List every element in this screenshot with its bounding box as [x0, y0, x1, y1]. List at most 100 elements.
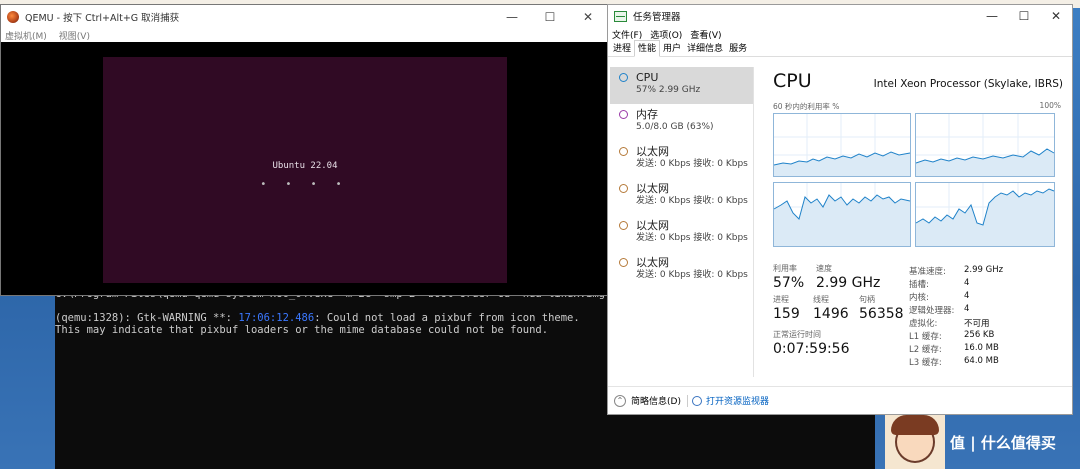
- stat-value: 57%: [773, 275, 805, 291]
- sidebar-item-label: 内存: [636, 108, 658, 121]
- warning-timestamp: 17:06:12.486: [238, 312, 315, 324]
- tab-performance[interactable]: 性能: [634, 40, 661, 57]
- window-controls: — ☐ ✕: [493, 5, 607, 28]
- cpu-model-name: Intel Xeon Processor (Skylake, IBRS): [873, 78, 1063, 90]
- detail-value: 16.0 MB: [964, 343, 999, 353]
- sidebar-item-label: 以太网: [636, 145, 669, 158]
- detail-key: 逻辑处理器:: [909, 306, 955, 316]
- detail-key: L1 缓存:: [909, 332, 942, 342]
- tab-users[interactable]: 用户: [660, 41, 684, 56]
- core-graph-2: [915, 113, 1055, 177]
- window-controls: — ☐ ✕: [976, 5, 1072, 27]
- minimize-icon[interactable]: —: [493, 5, 531, 28]
- core-graph-4: [915, 182, 1055, 247]
- menu-view[interactable]: 视图(V): [59, 29, 90, 42]
- detail-value: 不可用: [964, 319, 990, 329]
- sidebar-item-detail: 发送: 0 Kbps 接收: 0 Kbps: [636, 196, 748, 206]
- menu-machine[interactable]: 虚拟机(M): [5, 29, 47, 42]
- stat-label: 线程: [813, 295, 829, 304]
- chevron-up-icon[interactable]: ⌃: [614, 394, 626, 407]
- detail-value: 4: [964, 304, 970, 314]
- detail-row: 插槽: 4: [909, 278, 1069, 291]
- warning-prefix: (qemu:1328): Gtk-WARNING **:: [55, 312, 239, 324]
- maximize-icon[interactable]: ☐: [531, 5, 569, 28]
- sidebar-item-cpu[interactable]: CPU 57% 2.99 GHz: [610, 67, 753, 104]
- sidebar-item-ethernet[interactable]: 以太网 发送: 0 Kbps 接收: 0 Kbps: [610, 141, 753, 178]
- menu-file[interactable]: 文件(F): [612, 28, 642, 41]
- sidebar-item-ethernet[interactable]: 以太网 发送: 0 Kbps 接收: 0 Kbps: [610, 178, 753, 215]
- menu-view[interactable]: 查看(V): [690, 28, 721, 41]
- graph-caption-max: 100%: [1039, 101, 1061, 110]
- graph-caption: 60 秒内的利用率 % 100%: [773, 101, 1063, 113]
- detail-row: L3 缓存: 64.0 MB: [909, 356, 1069, 369]
- stat-label: 句柄: [859, 295, 875, 304]
- tab-details[interactable]: 详细信息: [684, 41, 726, 56]
- footer-divider: [686, 394, 688, 407]
- stat-value: 159: [773, 306, 800, 322]
- avatar-thumbnail: [885, 415, 945, 469]
- cpu-graphs: [773, 113, 1055, 247]
- tm-tabs: 进程 性能 用户 详细信息 服务: [608, 40, 1072, 57]
- detail-row: 基准速度: 2.99 GHz: [909, 265, 1069, 278]
- detail-row: L2 缓存: 16.0 MB: [909, 343, 1069, 356]
- sidebar-item-ethernet[interactable]: 以太网 发送: 0 Kbps 接收: 0 Kbps: [610, 252, 753, 289]
- sidebar-item-ethernet[interactable]: 以太网 发送: 0 Kbps 接收: 0 Kbps: [610, 215, 753, 252]
- sidebar-item-detail: 5.0/8.0 GB (63%): [636, 122, 714, 132]
- stat-processes: 进程 159: [773, 295, 800, 323]
- vm-display[interactable]: Ubuntu 22.04 • • • •: [103, 57, 507, 283]
- close-icon[interactable]: ✕: [1040, 5, 1072, 27]
- stat-label: 正常运行时间: [773, 330, 821, 339]
- close-icon[interactable]: ✕: [569, 5, 607, 28]
- graph-caption-left: 60 秒内的利用率 %: [773, 102, 840, 111]
- sidebar-item-label: 以太网: [636, 219, 669, 232]
- ethernet-indicator-icon: [619, 184, 628, 193]
- avatar-hair: [891, 415, 939, 435]
- core-graph-3: [773, 182, 911, 247]
- stat-value: 56358: [859, 306, 904, 322]
- task-manager-window[interactable]: 任务管理器 — ☐ ✕ 文件(F) 选项(O) 查看(V) 进程 性能 用户 详…: [607, 4, 1073, 415]
- core-graph-1: [773, 113, 911, 177]
- tab-services[interactable]: 服务: [726, 41, 750, 56]
- resource-monitor-icon: [691, 395, 702, 406]
- task-manager-icon: [614, 10, 627, 22]
- tm-footer: ⌃ 简略信息(D) 打开资源监视器: [608, 386, 1072, 414]
- cpu-detail-panel: CPU Intel Xeon Processor (Skylake, IBRS)…: [773, 67, 1063, 377]
- stat-utilization: 利用率 57%: [773, 264, 804, 292]
- maximize-icon[interactable]: ☐: [1008, 5, 1040, 27]
- qemu-app-icon: [7, 10, 19, 23]
- qemu-title: QEMU - 按下 Ctrl+Alt+G 取消捕获: [25, 12, 180, 24]
- cpu-core-graphs: [773, 113, 1055, 247]
- performance-sidebar: CPU 57% 2.99 GHz 内存 5.0/8.0 GB (63%) 以太网…: [610, 67, 754, 377]
- ethernet-indicator-icon: [619, 221, 628, 230]
- open-resource-monitor-link[interactable]: 打开资源监视器: [706, 394, 769, 407]
- sidebar-item-label: CPU: [636, 71, 659, 84]
- stat-threads: 线程 1496: [813, 295, 849, 323]
- detail-key: 内核:: [909, 293, 929, 303]
- sidebar-item-label: 以太网: [636, 256, 669, 269]
- ethernet-indicator-icon: [619, 147, 628, 156]
- stat-value: 1496: [813, 306, 849, 322]
- sidebar-item-memory[interactable]: 内存 5.0/8.0 GB (63%): [610, 104, 753, 141]
- stat-label: 速度: [816, 264, 832, 273]
- sidebar-item-detail: 57% 2.99 GHz: [636, 85, 701, 95]
- tm-titlebar[interactable]: 任务管理器 — ☐ ✕: [608, 5, 1072, 27]
- warning-message: : Could not load a pixbuf from icon them…: [314, 312, 580, 324]
- minimize-icon[interactable]: —: [976, 5, 1008, 27]
- menu-options[interactable]: 选项(O): [650, 28, 682, 41]
- tab-processes[interactable]: 进程: [610, 41, 634, 56]
- fewer-details-button[interactable]: 简略信息(D): [631, 394, 681, 407]
- stat-speed: 速度 2.99 GHz: [816, 264, 880, 292]
- detail-value: 64.0 MB: [964, 356, 999, 366]
- tm-title: 任务管理器: [633, 12, 681, 23]
- tm-menubar: 文件(F) 选项(O) 查看(V): [608, 27, 1072, 41]
- site-watermark: 值 | 什么值得买: [950, 434, 1056, 452]
- sidebar-item-detail: 发送: 0 Kbps 接收: 0 Kbps: [636, 159, 748, 169]
- stat-label: 利用率: [773, 264, 797, 273]
- detail-key: L3 缓存:: [909, 358, 942, 368]
- qemu-titlebar[interactable]: QEMU - 按下 Ctrl+Alt+G 取消捕获 — ☐ ✕: [1, 5, 607, 28]
- detail-key: L2 缓存:: [909, 345, 942, 355]
- qemu-window[interactable]: QEMU - 按下 Ctrl+Alt+G 取消捕获 — ☐ ✕ 虚拟机(M) 视…: [0, 4, 608, 296]
- detail-value: 2.99 GHz: [964, 265, 1004, 275]
- detail-row: 逻辑处理器: 4: [909, 304, 1069, 317]
- sidebar-item-label: 以太网: [636, 182, 669, 195]
